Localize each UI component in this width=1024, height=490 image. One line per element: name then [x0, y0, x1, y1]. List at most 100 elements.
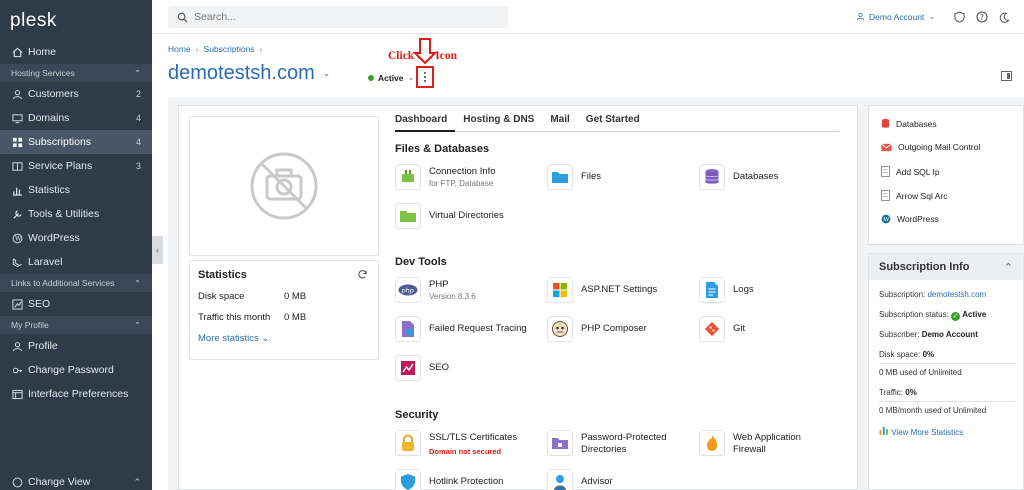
status-badge[interactable]: Active ⌄: [368, 72, 415, 83]
traffic-usage-line: 0 MB/month used of Unlimited: [879, 406, 987, 415]
tab-bar: Dashboard Hosting & DNS Mail Get Started: [395, 114, 839, 132]
quick-link-arrow-sql-arc[interactable]: Arrow Sql Arc: [881, 190, 948, 201]
tool-ssl-certificates[interactable]: SSL/TLS Certificates Domain not secured: [395, 430, 517, 458]
tab-hosting-dns[interactable]: Hosting & DNS: [455, 114, 542, 132]
php-icon: php: [395, 277, 421, 303]
chevron-down-icon: ⌄: [261, 333, 270, 344]
plesk-logo[interactable]: plesk: [0, 0, 152, 40]
sidebar-item-home[interactable]: Home: [0, 40, 152, 64]
sidebar-item-tools[interactable]: Tools & Utilities: [0, 202, 152, 226]
wordpress-icon: W: [11, 232, 23, 244]
svg-text:W: W: [14, 234, 21, 242]
more-actions-button[interactable]: [416, 66, 434, 88]
sidebar: plesk Home Hosting Services ⌃ Customers …: [0, 0, 152, 490]
chevron-left-icon: ‹: [156, 245, 159, 255]
tool-password-protected-directories[interactable]: Password-Protected Directories: [547, 430, 691, 456]
flame-icon: [699, 430, 725, 456]
bar-chart-icon: [879, 427, 888, 435]
sidebar-item-change-password[interactable]: Change Password: [0, 358, 152, 382]
sidebar-item-laravel[interactable]: Laravel: [0, 250, 152, 274]
tool-connection-info[interactable]: Connection Info for FTP, Database: [395, 164, 496, 190]
change-view-button[interactable]: Change View ⌃: [0, 470, 152, 490]
moon-icon[interactable]: [997, 10, 1011, 24]
sidebar-item-profile[interactable]: Profile: [0, 334, 152, 358]
shield-link-icon: [395, 469, 421, 490]
subscription-info-header[interactable]: Subscription Info ⌃: [869, 254, 1023, 280]
breadcrumb-subscriptions[interactable]: Subscriptions: [204, 44, 255, 54]
disk-space-line: Disk space: 0%: [879, 350, 935, 359]
subscription-status-line: Subscription status: ✓ Active: [879, 310, 987, 321]
group-security: Security: [395, 409, 439, 421]
tool-advisor[interactable]: Advisor: [547, 469, 613, 490]
virtual-folder-icon: [395, 203, 421, 229]
sidebar-item-interface-preferences[interactable]: Interface Preferences: [0, 382, 152, 406]
quick-link-wordpress[interactable]: W WordPress: [881, 214, 939, 224]
home-icon: [11, 46, 23, 58]
tool-virtual-directories[interactable]: Virtual Directories: [395, 203, 504, 229]
sidebar-item-subscriptions[interactable]: Subscriptions 4: [0, 130, 152, 154]
laravel-icon: [11, 256, 23, 268]
chevron-right-icon: ›: [195, 44, 199, 54]
screenshot-placeholder: [189, 116, 379, 256]
tool-files[interactable]: Files: [547, 164, 601, 190]
change-view-icon: [11, 476, 23, 488]
sidebar-item-domains[interactable]: Domains 4: [0, 106, 152, 130]
side-panel-toggle[interactable]: [1001, 71, 1012, 81]
tool-hotlink-protection[interactable]: Hotlink Protection: [395, 469, 503, 490]
user-icon: [856, 12, 865, 21]
sidebar-item-statistics[interactable]: Statistics: [0, 178, 152, 202]
windows-icon: [547, 277, 573, 303]
sidebar-item-wordpress[interactable]: W WordPress: [0, 226, 152, 250]
content-canvas: Statistics Disk space 0 MB Traffic this …: [168, 97, 1024, 490]
section-my-profile[interactable]: My Profile ⌃: [0, 316, 152, 334]
quick-link-outgoing-mail[interactable]: Outgoing Mail Control: [881, 142, 980, 152]
subscription-link[interactable]: demotestsh.com: [927, 290, 986, 299]
more-statistics-link[interactable]: More statistics ⌄: [198, 333, 370, 344]
page-icon: [881, 166, 890, 177]
tab-get-started[interactable]: Get Started: [578, 114, 648, 132]
document-icon: [699, 277, 725, 303]
breadcrumb: Home › Subscriptions ›: [168, 44, 262, 54]
sidebar-item-seo[interactable]: SEO: [0, 292, 152, 316]
breadcrumb-home[interactable]: Home: [168, 44, 191, 54]
sidebar-collapse-toggle[interactable]: ‹: [152, 236, 163, 264]
sidebar-item-customers[interactable]: Customers 2: [0, 82, 152, 106]
traffic-row: Traffic this month 0 MB: [198, 312, 307, 323]
subscription-name-line: Subscription: demotestsh.com: [879, 290, 987, 299]
svg-text:?: ?: [980, 13, 984, 22]
search-icon: [177, 12, 188, 23]
quick-link-databases[interactable]: Databases: [881, 118, 937, 129]
tab-mail[interactable]: Mail: [542, 114, 577, 132]
search-input[interactable]: Search...: [168, 6, 508, 28]
sidebar-item-service-plans[interactable]: Service Plans 3: [0, 154, 152, 178]
count-badge: 4: [135, 137, 141, 147]
tool-php[interactable]: php PHP Version 8.3.6: [395, 277, 476, 303]
seo-chart-icon: [395, 355, 421, 381]
refresh-icon[interactable]: [357, 269, 368, 280]
chevron-up-icon: ⌃: [1003, 261, 1013, 274]
tool-aspnet-settings[interactable]: ASP.NET Settings: [547, 277, 657, 303]
tool-databases[interactable]: Databases: [699, 164, 778, 190]
tab-dashboard[interactable]: Dashboard: [395, 114, 456, 132]
page-title[interactable]: demotestsh.com ⌄: [168, 62, 330, 85]
tool-web-application-firewall[interactable]: Web Application Firewall: [699, 430, 833, 456]
tool-seo[interactable]: SEO: [395, 355, 449, 381]
bar-chart-icon: [11, 184, 23, 196]
shield-icon[interactable]: [952, 10, 966, 24]
section-hosting-services[interactable]: Hosting Services ⌃: [0, 64, 152, 82]
group-dev-tools: Dev Tools: [395, 256, 447, 268]
wordpress-icon: W: [881, 214, 891, 224]
view-more-statistics-link[interactable]: View More Statistics: [879, 426, 963, 437]
trace-icon: [395, 316, 421, 342]
account-menu[interactable]: Demo Account ⌄: [856, 11, 935, 22]
tool-failed-request-tracing[interactable]: Failed Request Tracing: [395, 316, 527, 342]
tool-php-composer[interactable]: PHP Composer: [547, 316, 647, 342]
plug-icon: [395, 164, 421, 190]
lock-icon: [395, 430, 421, 456]
section-links-additional[interactable]: Links to Additional Services ⌃: [0, 274, 152, 292]
help-icon[interactable]: ?: [975, 10, 989, 24]
quick-link-add-sql-ip[interactable]: Add SQL Ip: [881, 166, 940, 177]
tool-git[interactable]: Git: [699, 316, 745, 342]
panel-icon: [1007, 73, 1010, 79]
tool-logs[interactable]: Logs: [699, 277, 754, 303]
